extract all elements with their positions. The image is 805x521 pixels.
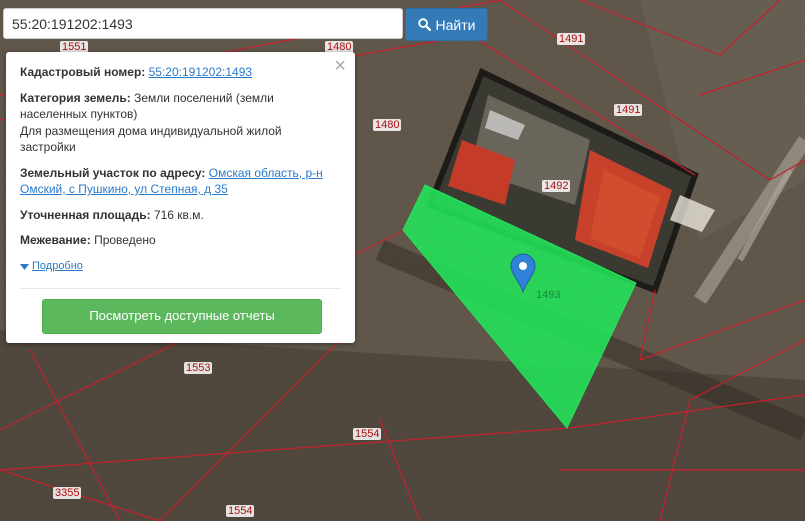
parcel-label: 1492	[542, 180, 571, 192]
area-value: 716 кв.м.	[153, 207, 204, 222]
cadastral-number-row: Кадастровый номер: 55:20:191202:1493	[20, 64, 343, 81]
area-label: Уточненная площадь:	[20, 207, 151, 222]
details-link[interactable]: Подробно	[20, 258, 83, 275]
close-icon[interactable]: ×	[334, 56, 346, 76]
parcel-label: 1554	[226, 505, 255, 517]
survey-row: Межевание: Проведено	[20, 232, 343, 249]
cadastral-number-link[interactable]: 55:20:191202:1493	[149, 65, 252, 79]
search-icon	[417, 18, 431, 31]
cadastral-number-label: Кадастровый номер:	[20, 65, 146, 79]
divider	[20, 288, 341, 289]
details-link-label: Подробно	[32, 260, 83, 273]
view-reports-button[interactable]: Посмотреть доступные отчеты	[42, 299, 322, 334]
permitted-use: Для размещения дома индивидуальной жилой	[20, 123, 282, 138]
parcel-label: 1553	[184, 362, 213, 374]
land-category-value: Земли поселений (земли	[134, 90, 274, 105]
survey-label: Межевание:	[20, 233, 91, 247]
area-row: Уточненная площадь: 716 кв.м.	[20, 207, 343, 224]
address-link-cont[interactable]: Омский, с Пушкино, ул Степная, д 35	[20, 181, 343, 198]
address-link[interactable]: Омская область, р-н	[209, 166, 323, 180]
land-category-value-cont: населенных пунктов)	[20, 107, 138, 121]
parcel-label: 1554	[353, 428, 382, 440]
land-category-label: Категория земель:	[20, 90, 131, 105]
parcel-label: 1491	[614, 104, 643, 116]
parcel-label: 1491	[557, 33, 586, 45]
land-category-row: Категория земель: Земли поселений (земли…	[20, 90, 343, 156]
search-button[interactable]: Найти	[405, 8, 488, 41]
caret-down-icon	[20, 263, 29, 270]
address-row: Земельный участок по адресу: Омская обла…	[20, 165, 343, 198]
address-label: Земельный участок по адресу:	[20, 165, 206, 180]
parcel-label: 3355	[53, 487, 82, 499]
parcel-label: 1480	[373, 119, 402, 131]
parcel-label: 1493	[536, 289, 561, 301]
map-app: 1551 1480 1491 1491 1480 1492 1493 1553 …	[0, 0, 805, 521]
permitted-use-cont: застройки	[20, 140, 76, 154]
search-button-label: Найти	[435, 16, 476, 33]
search-input[interactable]	[3, 8, 403, 39]
survey-value: Проведено	[94, 233, 156, 247]
parcel-info-popup: × Кадастровый номер: 55:20:191202:1493 К…	[6, 52, 355, 343]
